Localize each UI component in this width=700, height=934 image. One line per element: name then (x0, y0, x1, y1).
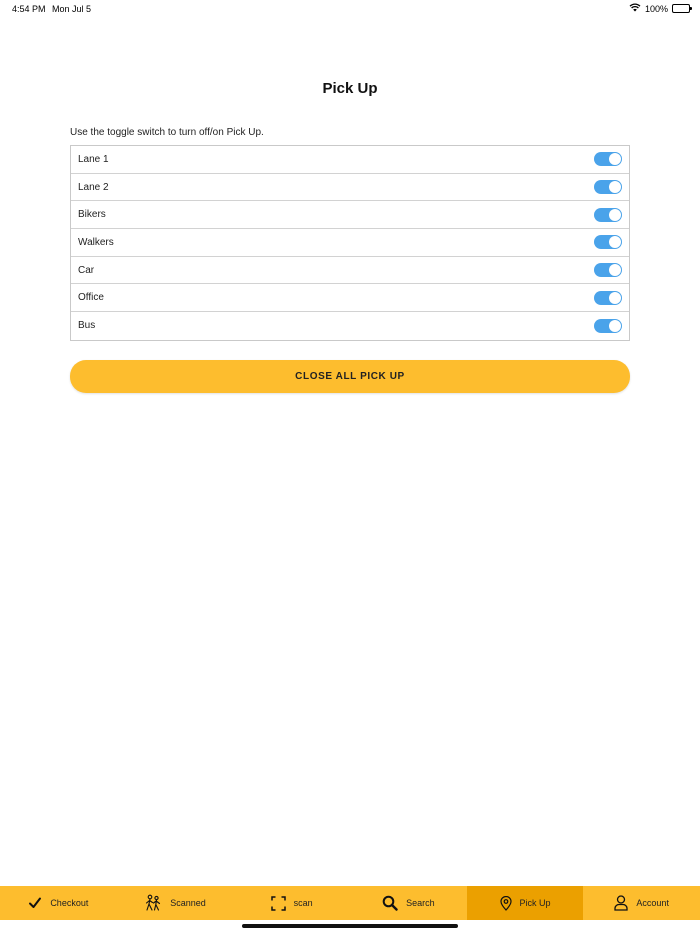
tab-pick-up[interactable]: Pick Up (466, 886, 584, 920)
battery-percent: 100% (644, 3, 668, 14)
page-title: Pick Up (322, 80, 378, 97)
tab-checkout[interactable]: Checkout (0, 886, 117, 920)
tab-label: Search (406, 898, 435, 908)
lane-1-toggle-switch[interactable] (594, 152, 622, 167)
toggle-row-walkers: Walkers (71, 229, 629, 257)
toggle-row-bus: Bus (71, 312, 629, 340)
location-pin-icon (499, 895, 512, 911)
bikers-toggle-switch[interactable] (594, 207, 622, 222)
tab-label: Account (636, 898, 669, 908)
toggle-label: Car (78, 264, 95, 276)
tab-label: scan (293, 898, 313, 908)
scan-frame-icon (270, 895, 286, 911)
toggle-row-lane-1: Lane 1 (71, 146, 629, 174)
toggle-row-car: Car (71, 257, 629, 285)
close-all-pick-up-button[interactable]: CLOSE ALL PICK UP (70, 360, 630, 393)
toggle-row-bikers: Bikers (71, 201, 629, 230)
status-indicators: 100% (629, 3, 692, 14)
office-toggle-switch[interactable] (594, 290, 622, 305)
checkmark-icon (28, 896, 42, 910)
battery-icon (672, 4, 692, 13)
walkers-toggle-switch[interactable] (594, 235, 622, 250)
person-icon (614, 895, 629, 911)
status-date: Mon Jul 5 (52, 4, 92, 14)
toggle-label: Bus (78, 320, 96, 332)
instruction-text: Use the toggle switch to turn off/on Pic… (70, 127, 264, 138)
lane-2-toggle-switch[interactable] (594, 180, 622, 195)
tab-label: Pick Up (519, 898, 551, 908)
tab-label: Scanned (170, 898, 206, 908)
toggle-label: Office (78, 292, 104, 304)
toggle-label: Lane 2 (78, 181, 109, 193)
bus-toggle-switch[interactable] (594, 318, 622, 333)
toggle-row-lane-2: Lane 2 (71, 174, 629, 202)
status-bar: 4:54 PM Mon Jul 5 100% (0, 0, 700, 18)
bottom-tab-bar: Checkout Scanned scan Search Pick Up Acc… (0, 886, 700, 920)
walking-people-icon (144, 894, 162, 912)
toggle-label: Bikers (78, 209, 106, 221)
tab-search[interactable]: Search (350, 886, 467, 920)
toggle-label: Walkers (78, 236, 114, 248)
status-time: 4:54 PM (12, 4, 46, 14)
home-indicator[interactable] (242, 924, 458, 928)
tab-account[interactable]: Account (583, 886, 700, 920)
toggle-list: Lane 1 Lane 2 Bikers Walkers Car Office … (70, 145, 630, 341)
toggle-label: Lane 1 (78, 153, 109, 165)
toggle-row-office: Office (71, 284, 629, 313)
tab-scanned[interactable]: Scanned (117, 886, 234, 920)
tab-scan[interactable]: scan (233, 886, 350, 920)
wifi-icon (629, 3, 641, 14)
car-toggle-switch[interactable] (594, 263, 622, 278)
tab-label: Checkout (50, 898, 89, 908)
search-icon (382, 895, 398, 911)
